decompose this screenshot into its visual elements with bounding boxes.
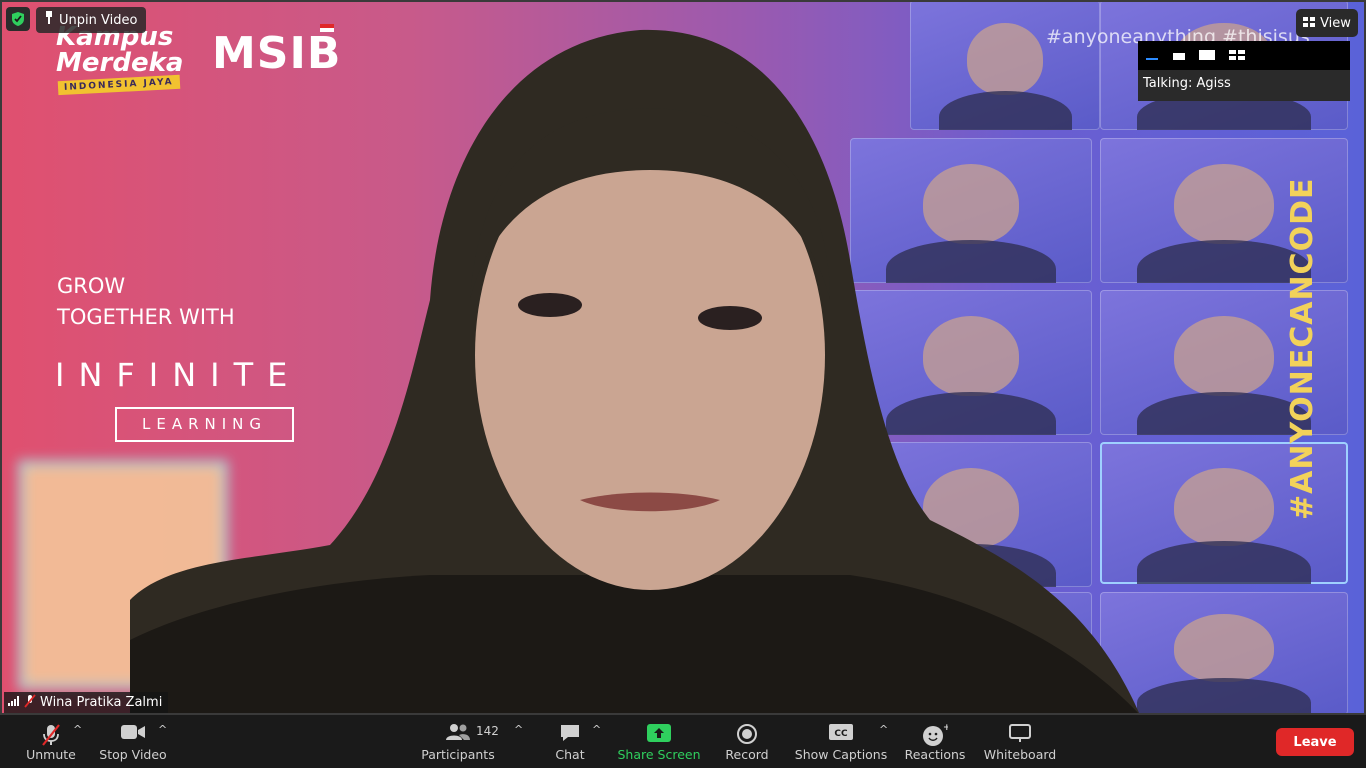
stop-video-label: Stop Video [99,747,167,762]
participants-count: 142 [476,724,499,738]
whiteboard-label: Whiteboard [983,747,1057,762]
chat-options-chevron-icon[interactable]: ^ [592,723,601,736]
minimize-icon[interactable] [1146,46,1160,65]
participants-button[interactable]: Participants [420,715,496,768]
view-button[interactable]: View [1296,9,1358,37]
hashtag-vertical-text: #ANYONECANCODE [1285,177,1320,520]
single-speaker-icon[interactable] [1172,46,1186,65]
unmute-button[interactable]: Unmute [22,715,80,768]
reactions-button[interactable]: + Reactions [904,715,966,768]
show-captions-button[interactable]: CC Show Captions [794,715,888,768]
participants-icon [445,723,471,744]
smiley-plus-icon: + [922,723,951,750]
record-icon [736,723,758,748]
grid-view-icon [1303,16,1316,31]
chat-button[interactable]: Chat [550,715,590,768]
show-captions-label: Show Captions [794,747,888,762]
signal-icon [8,695,20,710]
meeting-toolbar: Unmute ^ Stop Video ^ Participants 142 ^… [0,715,1366,768]
participant-name-tag: Wina Pratika Zalmi [4,692,169,713]
video-camera-icon [120,723,146,744]
participants-label: Participants [421,747,495,762]
chat-label: Chat [555,747,585,762]
speaker-view-icon[interactable] [1198,46,1216,65]
video-options-chevron-icon[interactable]: ^ [158,723,167,736]
muted-microphone-icon [40,723,62,750]
talking-label: Talking: Agiss [1143,76,1231,91]
encryption-shield-icon[interactable] [6,7,30,31]
share-screen-icon [646,723,672,746]
whiteboard-button[interactable]: Whiteboard [982,715,1058,768]
captions-options-chevron-icon[interactable]: ^ [879,723,888,736]
participant-name: Wina Pratika Zalmi [40,695,163,710]
unpin-label: Unpin Video [59,12,138,28]
audio-options-chevron-icon[interactable]: ^ [73,723,82,736]
muted-mic-icon [24,693,36,712]
participants-options-chevron-icon[interactable]: ^ [514,723,523,736]
share-screen-button[interactable]: Share Screen [617,715,701,768]
unpin-video-button[interactable]: Unpin Video [36,7,147,33]
gallery-view-icon[interactable] [1228,46,1246,65]
view-label: View [1320,15,1351,31]
video-stage: #anyoneanything #thisisus #ANYONECANCODE… [0,0,1366,715]
svg-text:+: + [943,723,948,733]
grow-text-line1: GROW [57,274,126,298]
closed-captions-icon: CC [828,723,854,744]
pin-icon [44,11,54,29]
record-button[interactable]: Record [724,715,770,768]
whiteboard-icon [1008,723,1032,746]
record-label: Record [725,747,769,762]
layout-switcher[interactable] [1138,41,1350,70]
chat-bubble-icon [559,723,581,746]
svg-text:CC: CC [834,729,848,739]
talking-indicator-panel: Talking: Agiss [1138,41,1350,101]
share-screen-label: Share Screen [617,747,701,762]
participant-video [130,29,1140,715]
leave-button[interactable]: Leave [1276,728,1354,756]
